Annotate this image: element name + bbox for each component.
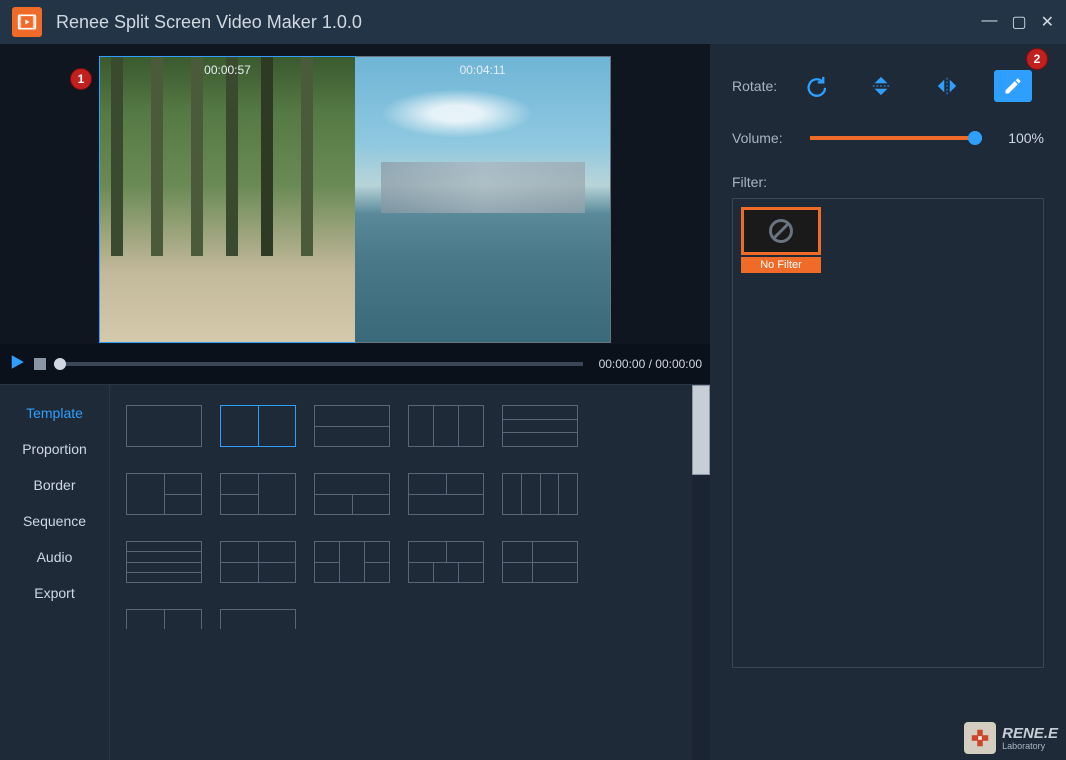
- edit-button[interactable]: [994, 70, 1032, 102]
- filter-none-label: No Filter: [741, 257, 821, 273]
- maximize-button[interactable]: ▢: [1011, 12, 1026, 32]
- brand-name: RENE.E: [1002, 726, 1058, 741]
- tab-border[interactable]: Border: [0, 467, 109, 503]
- annotation-1: 1: [70, 68, 92, 90]
- clip-2-thumbnail: [355, 57, 610, 342]
- close-button[interactable]: ✕: [1041, 12, 1054, 32]
- template-2col[interactable]: [220, 405, 296, 447]
- template-t-shape-1[interactable]: [314, 473, 390, 515]
- app-logo: [12, 7, 42, 37]
- side-tabs: Template Proportion Border Sequence Audi…: [0, 385, 110, 760]
- template-t-shape-2[interactable]: [408, 473, 484, 515]
- volume-handle[interactable]: [968, 131, 982, 145]
- progress-handle[interactable]: [54, 358, 66, 370]
- app-title: Renee Split Screen Video Maker 1.0.0: [56, 12, 362, 33]
- template-mixed-3[interactable]: [502, 541, 578, 583]
- clip-2-timestamp: 00:04:11: [355, 63, 610, 77]
- preview-area: 1 00:00:57 00:04:11: [0, 44, 710, 344]
- annotation-2: 2: [1026, 48, 1048, 70]
- template-2x2[interactable]: [220, 541, 296, 583]
- scrollbar-thumb[interactable]: [692, 385, 710, 475]
- template-mixed-1[interactable]: [314, 541, 390, 583]
- template-partial-2[interactable]: [220, 609, 296, 629]
- right-panel: 2 Rotate: Volume: 100% Filter:: [710, 44, 1066, 760]
- template-3row[interactable]: [502, 405, 578, 447]
- playback-bar: 00:00:00 / 00:00:00: [0, 344, 710, 384]
- tab-audio[interactable]: Audio: [0, 539, 109, 575]
- window-controls: — ▢ ✕: [981, 12, 1054, 32]
- preview-clip-1[interactable]: 00:00:57: [100, 57, 355, 342]
- brand-logo: RENE.E Laboratory: [964, 722, 1058, 754]
- clip-1-thumbnail: [100, 57, 355, 342]
- brand-sub: Laboratory: [1002, 741, 1058, 751]
- volume-value: 100%: [996, 130, 1044, 146]
- rotate-button[interactable]: [796, 70, 834, 102]
- template-4col[interactable]: [502, 473, 578, 515]
- stop-button[interactable]: [34, 358, 46, 370]
- filter-none[interactable]: No Filter: [741, 207, 821, 273]
- preview-clip-2[interactable]: 00:04:11: [355, 57, 610, 342]
- template-4row[interactable]: [126, 541, 202, 583]
- time-display: 00:00:00 / 00:00:00: [599, 357, 702, 371]
- template-1x1[interactable]: [126, 405, 202, 447]
- no-filter-icon: [741, 207, 821, 255]
- volume-row: Volume: 100%: [732, 130, 1044, 146]
- volume-slider[interactable]: [810, 136, 982, 140]
- tab-proportion[interactable]: Proportion: [0, 431, 109, 467]
- clip-1-timestamp: 00:00:57: [100, 63, 355, 77]
- bottom-panel: Template Proportion Border Sequence Audi…: [0, 384, 710, 760]
- flip-vertical-button[interactable]: [862, 70, 900, 102]
- tab-sequence[interactable]: Sequence: [0, 503, 109, 539]
- play-button[interactable]: [8, 353, 26, 376]
- preview-split-view: 00:00:57 00:04:11: [99, 56, 611, 343]
- tab-template[interactable]: Template: [0, 395, 109, 431]
- progress-slider[interactable]: [54, 362, 583, 366]
- template-mixed-2[interactable]: [408, 541, 484, 583]
- filter-label: Filter:: [732, 174, 1044, 190]
- template-partial-1[interactable]: [126, 609, 202, 629]
- filter-list: No Filter: [732, 198, 1044, 668]
- template-l-shape-1[interactable]: [126, 473, 202, 515]
- template-grid: [110, 385, 710, 760]
- template-scrollbar[interactable]: [692, 385, 710, 760]
- template-3col[interactable]: [408, 405, 484, 447]
- volume-label: Volume:: [732, 130, 796, 146]
- flip-horizontal-button[interactable]: [928, 70, 966, 102]
- template-l-shape-2[interactable]: [220, 473, 296, 515]
- rotate-row: Rotate:: [732, 70, 1044, 102]
- tab-export[interactable]: Export: [0, 575, 109, 611]
- titlebar: Renee Split Screen Video Maker 1.0.0 — ▢…: [0, 0, 1066, 44]
- rotate-label: Rotate:: [732, 78, 796, 94]
- brand-cross-icon: [964, 722, 996, 754]
- minimize-button[interactable]: —: [981, 12, 997, 32]
- template-2row[interactable]: [314, 405, 390, 447]
